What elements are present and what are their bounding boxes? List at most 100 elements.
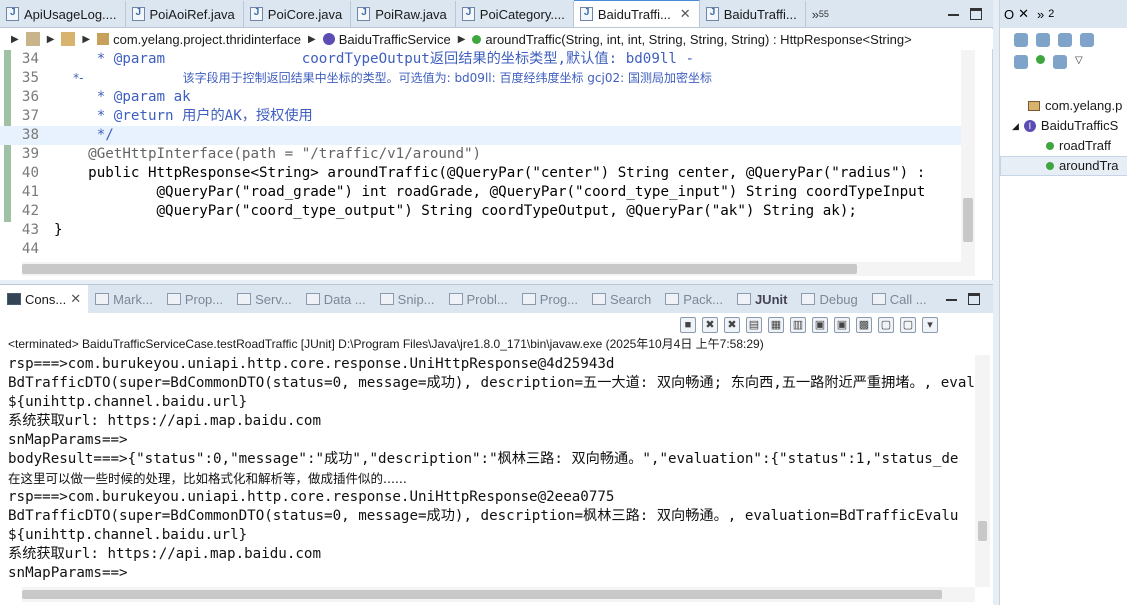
code-text: @GetHttpInterface(path = "/traffic/v1/ar… bbox=[54, 146, 482, 162]
code-line: 37 * @return 用户的AK，授权使用 bbox=[21, 108, 313, 124]
hide-static-icon[interactable] bbox=[1014, 55, 1028, 69]
minimize-button[interactable] bbox=[946, 293, 958, 305]
editor-horizontal-scrollbar[interactable] bbox=[22, 262, 975, 276]
tab-overflow-button[interactable]: » 55 bbox=[806, 1, 835, 27]
tab-properties[interactable]: Prop... bbox=[160, 285, 230, 313]
editor-tab[interactable]: BaiduTraffi... bbox=[700, 1, 806, 27]
minimize-button[interactable] bbox=[948, 8, 960, 20]
outline-item-method-selected[interactable]: aroundTra bbox=[1000, 156, 1127, 176]
close-icon[interactable]: ✕ bbox=[1018, 6, 1029, 22]
tab-problems[interactable]: Probl... bbox=[442, 285, 515, 313]
search-icon bbox=[592, 293, 606, 305]
console-horizontal-scrollbar[interactable] bbox=[22, 587, 975, 602]
scrollbar-thumb[interactable] bbox=[978, 521, 987, 541]
tab-console[interactable]: Cons... ✕ bbox=[0, 285, 89, 313]
console-line: BdTrafficDTO(super=BdCommonDTO(status=0,… bbox=[8, 375, 974, 391]
view-menu-icon[interactable]: ▽ bbox=[1075, 55, 1083, 69]
view-menu-icon[interactable]: ▾ bbox=[922, 317, 938, 333]
editor-vertical-scrollbar[interactable] bbox=[961, 50, 975, 262]
editor-tab[interactable]: PoiRaw.java bbox=[351, 1, 456, 27]
method-icon bbox=[1046, 142, 1054, 150]
scrollbar-thumb[interactable] bbox=[22, 264, 857, 274]
remove-launch-icon[interactable]: ✖ bbox=[702, 317, 718, 333]
hierarchy-icon[interactable] bbox=[1014, 33, 1028, 47]
tab-junit[interactable]: JUnit bbox=[730, 285, 795, 313]
breadcrumb-method[interactable]: aroundTraffic(String, int, int, String, … bbox=[485, 32, 911, 47]
project-icon[interactable] bbox=[25, 32, 40, 46]
code-line: 40 public HttpResponse<String> aroundTra… bbox=[21, 165, 926, 181]
tab-snippets[interactable]: Snip... bbox=[373, 285, 442, 313]
clear-console-icon[interactable]: ▤ bbox=[746, 317, 762, 333]
editor-tab[interactable]: PoiCore.java bbox=[244, 1, 352, 27]
java-file-icon bbox=[249, 7, 263, 21]
scroll-lock-icon[interactable]: ▦ bbox=[768, 317, 784, 333]
code-text: @QueryPar("coord_type_output") String co… bbox=[54, 203, 857, 219]
source-folder-icon[interactable] bbox=[61, 32, 76, 46]
breadcrumb-type[interactable]: BaiduTrafficService bbox=[339, 32, 451, 47]
code-text: * @return 用户的AK，授权使用 bbox=[54, 108, 313, 124]
editor-tab-bar: ApiUsageLog.... PoiAoiRef.java PoiCore.j… bbox=[0, 0, 993, 28]
tab-debug[interactable]: Debug bbox=[794, 285, 864, 313]
tab-servers[interactable]: Serv... bbox=[230, 285, 299, 313]
sort-icon[interactable] bbox=[1058, 33, 1072, 47]
tab-outline[interactable]: O ✕ bbox=[1004, 6, 1029, 22]
editor-tab[interactable]: PoiAoiRef.java bbox=[126, 1, 244, 27]
maximize-button[interactable] bbox=[970, 8, 982, 20]
code-line: 43} bbox=[21, 222, 63, 238]
chevron-right-icon: ▶ bbox=[457, 33, 466, 45]
terminate-icon[interactable]: ■ bbox=[680, 317, 696, 333]
code-line: 39 @GetHttpInterface(path = "/traffic/v1… bbox=[21, 146, 482, 162]
editor-tab-active[interactable]: BaiduTraffi...✕ bbox=[573, 0, 700, 27]
code-text: public HttpResponse<String> aroundTraffi… bbox=[54, 165, 926, 181]
console-line: snMapParams==> bbox=[8, 565, 128, 581]
open-console-icon[interactable]: ▢ bbox=[900, 317, 916, 333]
code-line: 41 @QueryPar("road_grade") int roadGrade… bbox=[21, 184, 926, 200]
tab-call-hierarchy[interactable]: Call ... bbox=[865, 285, 934, 313]
editor-tab[interactable]: ApiUsageLog.... bbox=[0, 1, 126, 27]
word-wrap-icon[interactable]: ▥ bbox=[790, 317, 806, 333]
interface-icon bbox=[322, 33, 335, 45]
editor-pane: ApiUsageLog.... PoiAoiRef.java PoiCore.j… bbox=[0, 0, 993, 280]
tab-search[interactable]: Search bbox=[585, 285, 658, 313]
code-text: */ bbox=[54, 127, 114, 143]
package-icon bbox=[665, 293, 680, 305]
scrollbar-thumb[interactable] bbox=[963, 198, 973, 242]
method-icon bbox=[472, 34, 482, 44]
tab-data-source[interactable]: Data ... bbox=[299, 285, 373, 313]
code-line: 36 * @param ak bbox=[21, 89, 191, 105]
pin-console-icon[interactable]: ▩ bbox=[856, 317, 872, 333]
tab-overflow-button[interactable]: » 2 bbox=[1037, 7, 1054, 22]
tab-markers[interactable]: Mark... bbox=[88, 285, 160, 313]
hide-local-types-icon[interactable] bbox=[1053, 55, 1067, 69]
launch-status: <terminated> BaiduTrafficServiceCase.tes… bbox=[8, 337, 764, 351]
collapse-all-icon[interactable] bbox=[1036, 33, 1050, 47]
hide-non-public-icon[interactable] bbox=[1036, 55, 1045, 64]
scrollbar-thumb[interactable] bbox=[22, 590, 942, 599]
editor-tab[interactable]: PoiCategory.... bbox=[456, 1, 574, 27]
code-editor[interactable]: 34 * @param coordTypeOutput返回结果的坐标类型,默认值… bbox=[0, 50, 975, 262]
hide-fields-icon[interactable] bbox=[1080, 33, 1094, 47]
console-output[interactable]: rsp===>com.burukeyou.uniapi.http.core.re… bbox=[8, 355, 974, 587]
chevron-down-icon[interactable]: ◢ bbox=[1012, 116, 1019, 136]
code-line-current: 38 */ bbox=[0, 126, 975, 145]
remove-all-launches-icon[interactable]: ✖ bbox=[724, 317, 740, 333]
outline-item-package[interactable]: com.yelang.p bbox=[1000, 96, 1127, 116]
console-toolbar: ■ ✖ ✖ ▤ ▦ ▥ ▣ ▣ ▩ ▢ ▢ ▾ bbox=[680, 315, 938, 335]
outline-item-interface[interactable]: ◢ I BaiduTrafficS bbox=[1000, 116, 1127, 136]
close-icon[interactable]: ✕ bbox=[70, 291, 81, 307]
console-line: snMapParams==> bbox=[8, 432, 128, 448]
tab-progress[interactable]: Prog... bbox=[515, 285, 585, 313]
show-on-error-icon[interactable]: ▣ bbox=[834, 317, 850, 333]
maximize-button[interactable] bbox=[968, 293, 980, 305]
progress-icon bbox=[521, 293, 536, 305]
console-line: rsp===>com.burukeyou.uniapi.http.core.re… bbox=[8, 489, 615, 505]
properties-icon bbox=[166, 293, 181, 305]
code-line: 44 bbox=[21, 241, 39, 257]
display-console-icon[interactable]: ▢ bbox=[878, 317, 894, 333]
console-vertical-scrollbar[interactable] bbox=[975, 355, 990, 587]
breadcrumb-package[interactable]: com.yelang.project.thridinterface bbox=[113, 32, 301, 47]
tab-package[interactable]: Pack... bbox=[658, 285, 730, 313]
show-on-output-icon[interactable]: ▣ bbox=[812, 317, 828, 333]
close-icon[interactable]: ✕ bbox=[680, 6, 691, 22]
outline-item-method[interactable]: roadTraff bbox=[1000, 136, 1127, 156]
